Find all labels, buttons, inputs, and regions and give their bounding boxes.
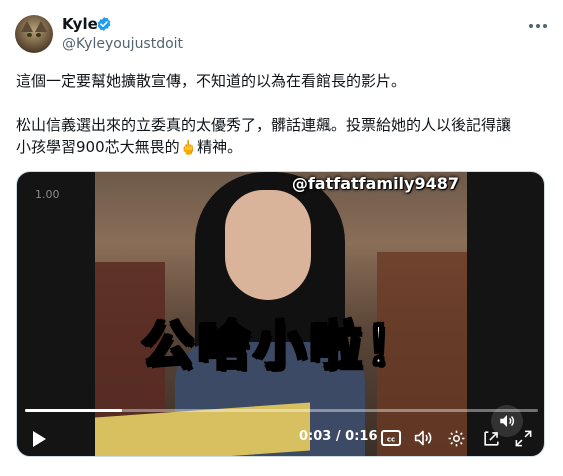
popout-icon <box>484 431 499 446</box>
video-time-separator: / <box>335 429 341 444</box>
display-name[interactable]: Kyle <box>62 14 98 34</box>
volume-icon <box>500 415 515 427</box>
tweet-text: 這個一定要幫她擴散宣傳，不知道的以為在看館長的影片。 松山信義選出來的立委真的太… <box>16 70 551 159</box>
video-progress-bar[interactable] <box>25 409 538 412</box>
video-corner-time: 1.00 <box>35 188 60 201</box>
verified-badge-icon <box>97 17 111 31</box>
video-watermark: @fatfatfamily9487 <box>291 174 459 193</box>
popout-button[interactable] <box>482 429 501 452</box>
settings-gear-icon <box>448 430 465 447</box>
captions-icon: cc <box>381 430 401 446</box>
play-button[interactable] <box>31 430 47 452</box>
more-dots-icon <box>529 24 547 28</box>
captions-button[interactable]: cc <box>381 430 401 450</box>
video-time-readout: 0:03 / 0:16 <box>299 429 378 444</box>
video-caption: 公啥小啦！ <box>140 316 422 379</box>
avatar-cat-eye-right <box>36 33 41 37</box>
settings-button[interactable] <box>447 429 466 452</box>
video-duration: 0:16 <box>345 429 378 444</box>
video-current-time: 0:03 <box>299 429 332 444</box>
play-icon <box>33 431 46 447</box>
volume-icon <box>414 430 432 446</box>
middle-finger-emoji: 🖕 <box>179 140 198 156</box>
volume-button[interactable] <box>413 429 433 451</box>
fullscreen-icon <box>515 430 532 447</box>
tweet-line-3-end: 精神。 <box>197 138 243 156</box>
captions-label: cc <box>387 436 395 444</box>
avatar-cat-ear-left <box>21 21 33 32</box>
video-progress-fill <box>25 409 123 412</box>
video-player[interactable]: 1.00 @fatfatfamily9487 公啥小啦！ 0:03 / 0:16… <box>16 171 545 457</box>
avatar-cat-ear-right <box>35 21 47 32</box>
avatar[interactable] <box>15 15 53 53</box>
video-person-face <box>225 190 311 300</box>
avatar-cat-eye-left <box>27 33 32 37</box>
tweet-line-1: 這個一定要幫她擴散宣傳，不知道的以為在看館長的影片。 <box>16 72 407 90</box>
tweet-line-3: 小孩學習900芯大無畏的 <box>16 138 180 156</box>
tweet-line-2: 松山信義選出來的立委真的太優秀了，髒話連飆。投票給她的人以後記得讓 <box>16 116 512 134</box>
fullscreen-button[interactable] <box>514 429 533 452</box>
more-options-button[interactable] <box>526 16 550 36</box>
user-handle[interactable]: @Kyleyoujustdoit <box>62 35 183 53</box>
